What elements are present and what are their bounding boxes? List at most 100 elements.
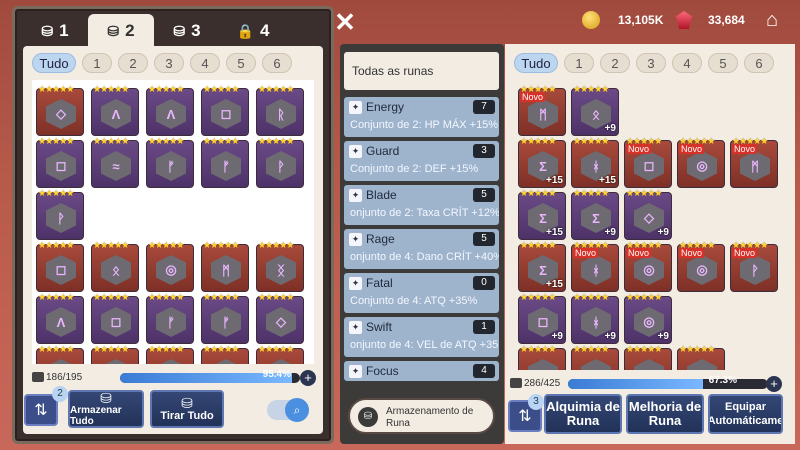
storage-rune-slot[interactable]: ★★★★★ ᛟ xyxy=(91,240,139,292)
storage-rune-slot[interactable]: ★★★★★ ᚠ xyxy=(146,292,194,344)
inventory-filter-slot-3[interactable]: 3 xyxy=(636,53,666,73)
expand-storage-button[interactable]: + xyxy=(300,370,316,386)
guard-icon: ✦ xyxy=(349,145,362,158)
inventory-rune-slot[interactable]: ★★★★★ ᛟ +9 xyxy=(571,84,619,136)
storage-rune-slot[interactable]: ★★★★★ ◻ xyxy=(36,136,84,188)
storage-rune-slot[interactable]: ★★★★★ ◎ xyxy=(146,240,194,292)
storage-rune-slot[interactable]: ★★★★★ ᚠ xyxy=(201,292,249,344)
rune-alchemy-button[interactable]: Alquimia de Runa xyxy=(544,394,622,434)
inventory-rune-slot[interactable]: ★★★★★ ᚼ +9 xyxy=(571,292,619,344)
inventory-rune-slot[interactable]: ★★★★★ ◻ Novo xyxy=(624,136,672,188)
inventory-rune-slot[interactable]: ★★★★★ Σ +15 xyxy=(518,136,566,188)
inventory-rune-slot[interactable]: ★★★★★ xyxy=(518,344,566,370)
rune-storage-button[interactable]: ⛁ Armazenamento de Runa xyxy=(348,398,495,434)
rune-set-focus[interactable]: ✦ Focus 4 xyxy=(344,361,499,381)
storage-tab-label: 2 xyxy=(125,21,135,40)
rune-set-rage[interactable]: ✦ Rage 5 onjunto de 4: Dano CRÍT +40% xyxy=(344,229,499,269)
inventory-rune-slot[interactable]: ★★★★★ ◎ Novo xyxy=(677,136,725,188)
inventory-rune-slot[interactable]: ★★★★★ ◎ Novo xyxy=(624,240,672,292)
inventory-filter-slot-5[interactable]: 5 xyxy=(708,53,738,73)
home-button[interactable]: ⌂ xyxy=(761,9,783,31)
inventory-filter-slot-2[interactable]: 2 xyxy=(600,53,630,73)
inventory-rune-slot[interactable]: ★★★★★ Σ +9 xyxy=(571,188,619,240)
take-all-button[interactable]: ⛁ Tirar Tudo xyxy=(150,390,224,428)
rune-set-blade[interactable]: ✦ Blade 5 onjunto de 2: Taxa CRÍT +12% xyxy=(344,185,499,225)
store-all-button[interactable]: ⛁ Armazenar Tudo xyxy=(68,390,144,428)
inventory-filter-slot-6[interactable]: 6 xyxy=(744,53,774,73)
rune-set-energy[interactable]: ✦ Energy 7 Conjunto de 2: HP MÁX +15% xyxy=(344,97,499,137)
filter-slot-3[interactable]: 3 xyxy=(154,53,184,73)
inventory-rune-slot[interactable]: ★★★★★ Σ +15 xyxy=(518,240,566,292)
filter-slot-1[interactable]: 1 xyxy=(82,53,112,73)
storage-rune-slot[interactable]: ★★★★★ Λ xyxy=(36,292,84,344)
storage-rune-slot[interactable]: ★★★★★ xyxy=(146,344,194,364)
storage-rune-slot[interactable]: ★★★★★ xyxy=(91,344,139,364)
storage-rune-slot[interactable]: ★★★★★ ≈ xyxy=(91,136,139,188)
inventory-rune-slot[interactable]: ★★★★★ xyxy=(677,344,725,370)
filter-slot-4[interactable]: 4 xyxy=(190,53,220,73)
filter-all[interactable]: Tudo xyxy=(32,53,76,73)
storage-rune-slot[interactable]: ★★★★★ xyxy=(36,344,84,364)
storage-rune-slot[interactable]: ★★★★★ ◻ xyxy=(201,84,249,136)
rune-set-count: 4 xyxy=(473,364,495,378)
rune-upgrade-button[interactable]: Melhoria de Runa xyxy=(626,394,704,434)
storage-tab-1[interactable]: ⛁ 1 xyxy=(22,14,88,48)
storage-rune-slot[interactable]: ★★★★★ xyxy=(201,344,249,364)
rune-stars: ★★★★★ xyxy=(258,344,294,354)
inventory-rune-slot[interactable]: ★★★★★ ◎ +9 xyxy=(624,292,672,344)
inventory-filter-all[interactable]: Tudo xyxy=(514,53,558,73)
storage-tab-4[interactable]: 🔒 4 xyxy=(220,14,286,48)
storage-rune-slot[interactable]: ★★★★★ ᚹ xyxy=(256,136,304,188)
rune-set-all[interactable]: Todas as runas xyxy=(344,52,499,90)
inventory-rune-slot[interactable]: ★★★★★ xyxy=(624,344,672,370)
inventory-rune-slot[interactable]: ★★★★★ Σ +15 xyxy=(518,188,566,240)
home-icon: ⌂ xyxy=(765,9,779,31)
rune-stars: ★★★★★ xyxy=(520,136,556,146)
filter-slot-2[interactable]: 2 xyxy=(118,53,148,73)
rune-set-fatal[interactable]: ✦ Fatal 0 Conjunto de 4: ATQ +35% xyxy=(344,273,499,313)
storage-filter-row: Tudo 1 2 3 4 5 6 xyxy=(32,53,292,73)
inventory-rune-slot[interactable]: ★★★★★ ᚼ +15 xyxy=(571,136,619,188)
storage-rune-slot[interactable]: ★★★★★ ◻ xyxy=(36,240,84,292)
inventory-rune-slot[interactable]: ★★★★★ ᛗ Novo xyxy=(730,136,778,188)
inventory-rune-slot[interactable]: ★★★★★ ᛗ Novo xyxy=(518,84,566,136)
rune-glyph-icon: ◻ xyxy=(46,151,76,181)
close-button[interactable]: ✕ xyxy=(332,9,358,36)
storage-rune-slot[interactable]: ★★★★★ ᚠ xyxy=(201,136,249,188)
inventory-filter-slot-1[interactable]: 1 xyxy=(564,53,594,73)
filter-slot-6[interactable]: 6 xyxy=(262,53,292,73)
rune-set-swift[interactable]: ✦ Swift 1 onjunto de 4: VEL de ATQ +35 xyxy=(344,317,499,357)
auto-equip-button[interactable]: Equipar Automáticame xyxy=(708,394,783,434)
inventory-box-icon xyxy=(510,378,522,388)
storage-rune-slot[interactable]: ★★★★★ ᚹ xyxy=(36,188,84,240)
storage-rune-slot[interactable]: ★★★★★ ◻ xyxy=(91,292,139,344)
storage-rune-slot[interactable]: ★★★★★ ◇ xyxy=(36,84,84,136)
storage-capacity-percent: 95.4% xyxy=(262,369,291,380)
inventory-rune-slot[interactable]: ★★★★★ ᚼ Novo xyxy=(571,240,619,292)
inventory-rune-slot[interactable]: ★★★★★ ◎ Novo xyxy=(677,240,725,292)
rune-set-description: onjunto de 4: Dano CRÍT +40% xyxy=(350,251,499,263)
storage-rune-slot[interactable]: ★★★★★ Λ xyxy=(91,84,139,136)
storage-rune-slot[interactable]: ★★★★★ ᚱ xyxy=(256,84,304,136)
inventory-rune-slot[interactable]: ★★★★★ ᚹ Novo xyxy=(730,240,778,292)
storage-rune-slot[interactable]: ★★★★★ ᛝ xyxy=(256,240,304,292)
storage-rune-slot[interactable]: ★★★★★ ◇ xyxy=(256,292,304,344)
storage-rune-slot[interactable]: ★★★★★ Λ xyxy=(146,84,194,136)
storage-rune-slot[interactable]: ★★★★★ ᚠ xyxy=(146,136,194,188)
inventory-rune-grid: ★★★★★ ᛗ Novo ★★★★★ ᛟ +9 ★★★★★ Σ +15 ★★★★★ ᚼ +15 ★★★★… xyxy=(514,80,784,370)
inventory-rune-slot[interactable]: ★★★★★ xyxy=(571,344,619,370)
inventory-rune-slot[interactable]: ★★★★★ ◻ +9 xyxy=(518,292,566,344)
rune-glyph-icon: Λ xyxy=(101,99,131,129)
rune-set-guard[interactable]: ✦ Guard 3 Conjunto de 2: DEF +15% xyxy=(344,141,499,181)
expand-inventory-button[interactable]: + xyxy=(766,376,782,392)
rune-glyph-icon: Λ xyxy=(156,99,186,129)
inventory-filter-slot-4[interactable]: 4 xyxy=(672,53,702,73)
storage-rune-slot[interactable]: ★★★★★ xyxy=(256,344,304,364)
storage-view-toggle[interactable]: ⌕ xyxy=(267,398,309,422)
storage-tab-2[interactable]: ⛁ 2 xyxy=(88,14,154,48)
storage-rune-slot[interactable]: ★★★★★ ᛗ xyxy=(201,240,249,292)
storage-tab-3[interactable]: ⛁ 3 xyxy=(154,14,220,48)
rune-level: +15 xyxy=(599,175,616,186)
filter-slot-5[interactable]: 5 xyxy=(226,53,256,73)
inventory-rune-slot[interactable]: ★★★★★ ◇ +9 xyxy=(624,188,672,240)
